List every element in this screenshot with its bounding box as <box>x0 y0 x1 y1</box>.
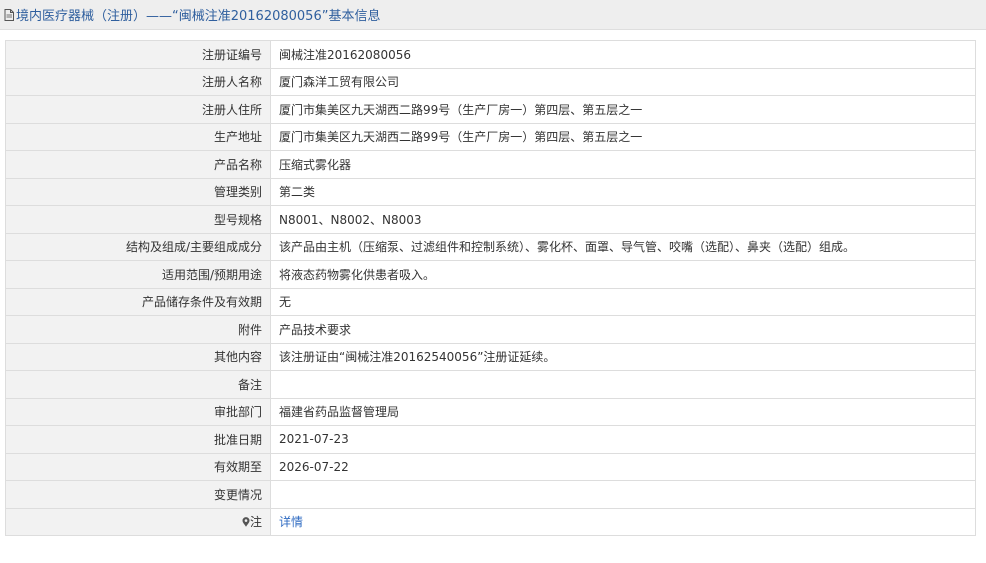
row-label: 注册证编号 <box>5 40 271 69</box>
row-value: 该产品由主机（压缩泵、过滤组件和控制系统）、雾化杯、面罩、导气管、咬嘴（选配）、… <box>270 232 976 261</box>
note-value-cell: 详情 <box>270 507 976 536</box>
page-title: 境内医疗器械（注册）——“闽械注准20162080056”基本信息 <box>16 9 381 24</box>
note-label-cell: 注 <box>5 507 271 536</box>
row-label: 注册人住所 <box>5 95 271 124</box>
row-label: 其他内容 <box>5 342 271 371</box>
row-value: 2026-07-22 <box>270 452 976 481</box>
table-row: 变更情况 <box>5 480 976 509</box>
row-label: 变更情况 <box>5 480 271 509</box>
table-row: 批准日期 2021-07-23 <box>5 425 976 454</box>
row-value <box>270 480 976 509</box>
row-value: 第二类 <box>270 177 976 206</box>
row-value: 厦门森洋工贸有限公司 <box>270 67 976 96</box>
row-value: N8001、N8002、N8003 <box>270 205 976 234</box>
table-row: 其他内容 该注册证由“闽械注准20162540056”注册证延续。 <box>5 342 976 371</box>
table-row: 注册证编号 闽械注准20162080056 <box>5 40 976 69</box>
row-label: 结构及组成/主要组成成分 <box>5 232 271 261</box>
row-label: 备注 <box>5 370 271 399</box>
table-row: 注册人名称 厦门森洋工贸有限公司 <box>5 67 976 96</box>
row-value: 福建省药品监督管理局 <box>270 397 976 426</box>
table-row: 注册人住所 厦门市集美区九天湖西二路99号（生产厂房一）第四层、第五层之一 <box>5 95 976 124</box>
details-link[interactable]: 详情 <box>279 515 303 529</box>
pin-icon <box>242 517 250 528</box>
table-row: 审批部门 福建省药品监督管理局 <box>5 397 976 426</box>
row-value: 厦门市集美区九天湖西二路99号（生产厂房一）第四层、第五层之一 <box>270 122 976 151</box>
page-header: 境内医疗器械（注册）——“闽械注准20162080056”基本信息 <box>0 0 986 30</box>
row-label: 适用范围/预期用途 <box>5 260 271 289</box>
table-row: 附件 产品技术要求 <box>5 315 976 344</box>
row-label: 审批部门 <box>5 397 271 426</box>
table-row: 产品储存条件及有效期无 <box>5 287 976 316</box>
row-label: 批准日期 <box>5 425 271 454</box>
document-icon <box>4 8 14 21</box>
table-row: 结构及组成/主要组成成分 该产品由主机（压缩泵、过滤组件和控制系统）、雾化杯、面罩… <box>5 232 976 261</box>
row-label: 注册人名称 <box>5 67 271 96</box>
registration-detail-table: 注册证编号 闽械注准20162080056 注册人名称 厦门森洋工贸有限公司 注册人… <box>5 40 976 536</box>
row-value: 将液态药物雾化供患者吸入。 <box>270 260 976 289</box>
row-label: 管理类别 <box>5 177 271 206</box>
row-value: 2021-07-23 <box>270 425 976 454</box>
note-row: 注 详情 <box>5 507 976 536</box>
row-label: 产品名称 <box>5 150 271 179</box>
row-label: 附件 <box>5 315 271 344</box>
row-value: 压缩式雾化器 <box>270 150 976 179</box>
row-label: 型号规格 <box>5 205 271 234</box>
row-value: 产品技术要求 <box>270 315 976 344</box>
table-row: 有效期至 2026-07-22 <box>5 452 976 481</box>
table-row: 管理类别 第二类 <box>5 177 976 206</box>
table-row: 生产地址 厦门市集美区九天湖西二路99号（生产厂房一）第四层、第五层之一 <box>5 122 976 151</box>
note-label: 注 <box>249 515 262 530</box>
row-label: 产品储存条件及有效期 <box>5 287 271 316</box>
row-label: 生产地址 <box>5 122 271 151</box>
row-value <box>270 370 976 399</box>
row-label: 有效期至 <box>5 452 271 481</box>
row-value: 该注册证由“闽械注准20162540056”注册证延续。 <box>270 342 976 371</box>
table-row: 型号规格 N8001、N8002、N8003 <box>5 205 976 234</box>
table-row: 备注 <box>5 370 976 399</box>
table-row: 适用范围/预期用途 将液态药物雾化供患者吸入。 <box>5 260 976 289</box>
row-value: 闽械注准20162080056 <box>270 40 976 69</box>
row-value: 无 <box>270 287 976 316</box>
row-value: 厦门市集美区九天湖西二路99号（生产厂房一）第四层、第五层之一 <box>270 95 976 124</box>
table-row: 产品名称 压缩式雾化器 <box>5 150 976 179</box>
